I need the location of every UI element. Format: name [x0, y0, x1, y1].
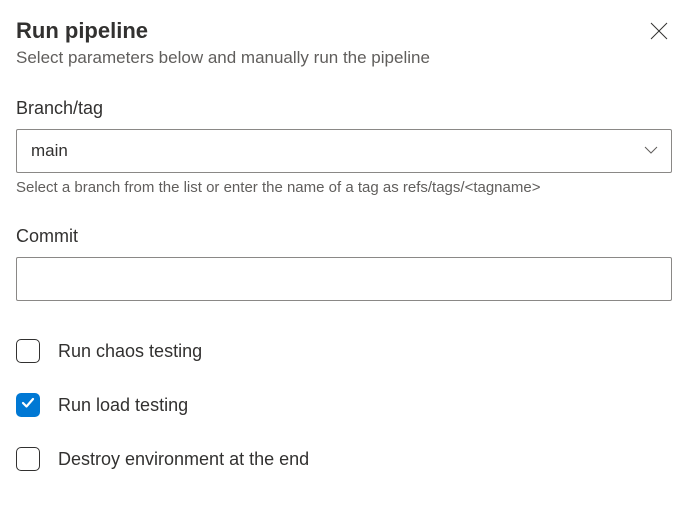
check-icon [21, 396, 35, 414]
parameters-group: Run chaos testing Run load testing Destr… [16, 339, 672, 471]
checkbox-load-testing[interactable]: Run load testing [16, 393, 672, 417]
commit-label: Commit [16, 226, 672, 247]
commit-input[interactable] [16, 257, 672, 301]
dialog-subtitle: Select parameters below and manually run… [16, 48, 430, 68]
checkbox-destroy-env[interactable]: Destroy environment at the end [16, 447, 672, 471]
close-button[interactable] [646, 18, 672, 47]
checkbox-label: Run load testing [58, 395, 188, 416]
checkbox-input[interactable] [16, 339, 40, 363]
dialog-title: Run pipeline [16, 18, 430, 44]
checkbox-label: Destroy environment at the end [58, 449, 309, 470]
checkbox-input[interactable] [16, 393, 40, 417]
close-icon [650, 22, 668, 43]
branch-select[interactable]: main [16, 129, 672, 173]
checkbox-chaos-testing[interactable]: Run chaos testing [16, 339, 672, 363]
checkbox-input[interactable] [16, 447, 40, 471]
branch-helper: Select a branch from the list or enter t… [16, 179, 672, 196]
checkbox-label: Run chaos testing [58, 341, 202, 362]
branch-label: Branch/tag [16, 98, 672, 119]
